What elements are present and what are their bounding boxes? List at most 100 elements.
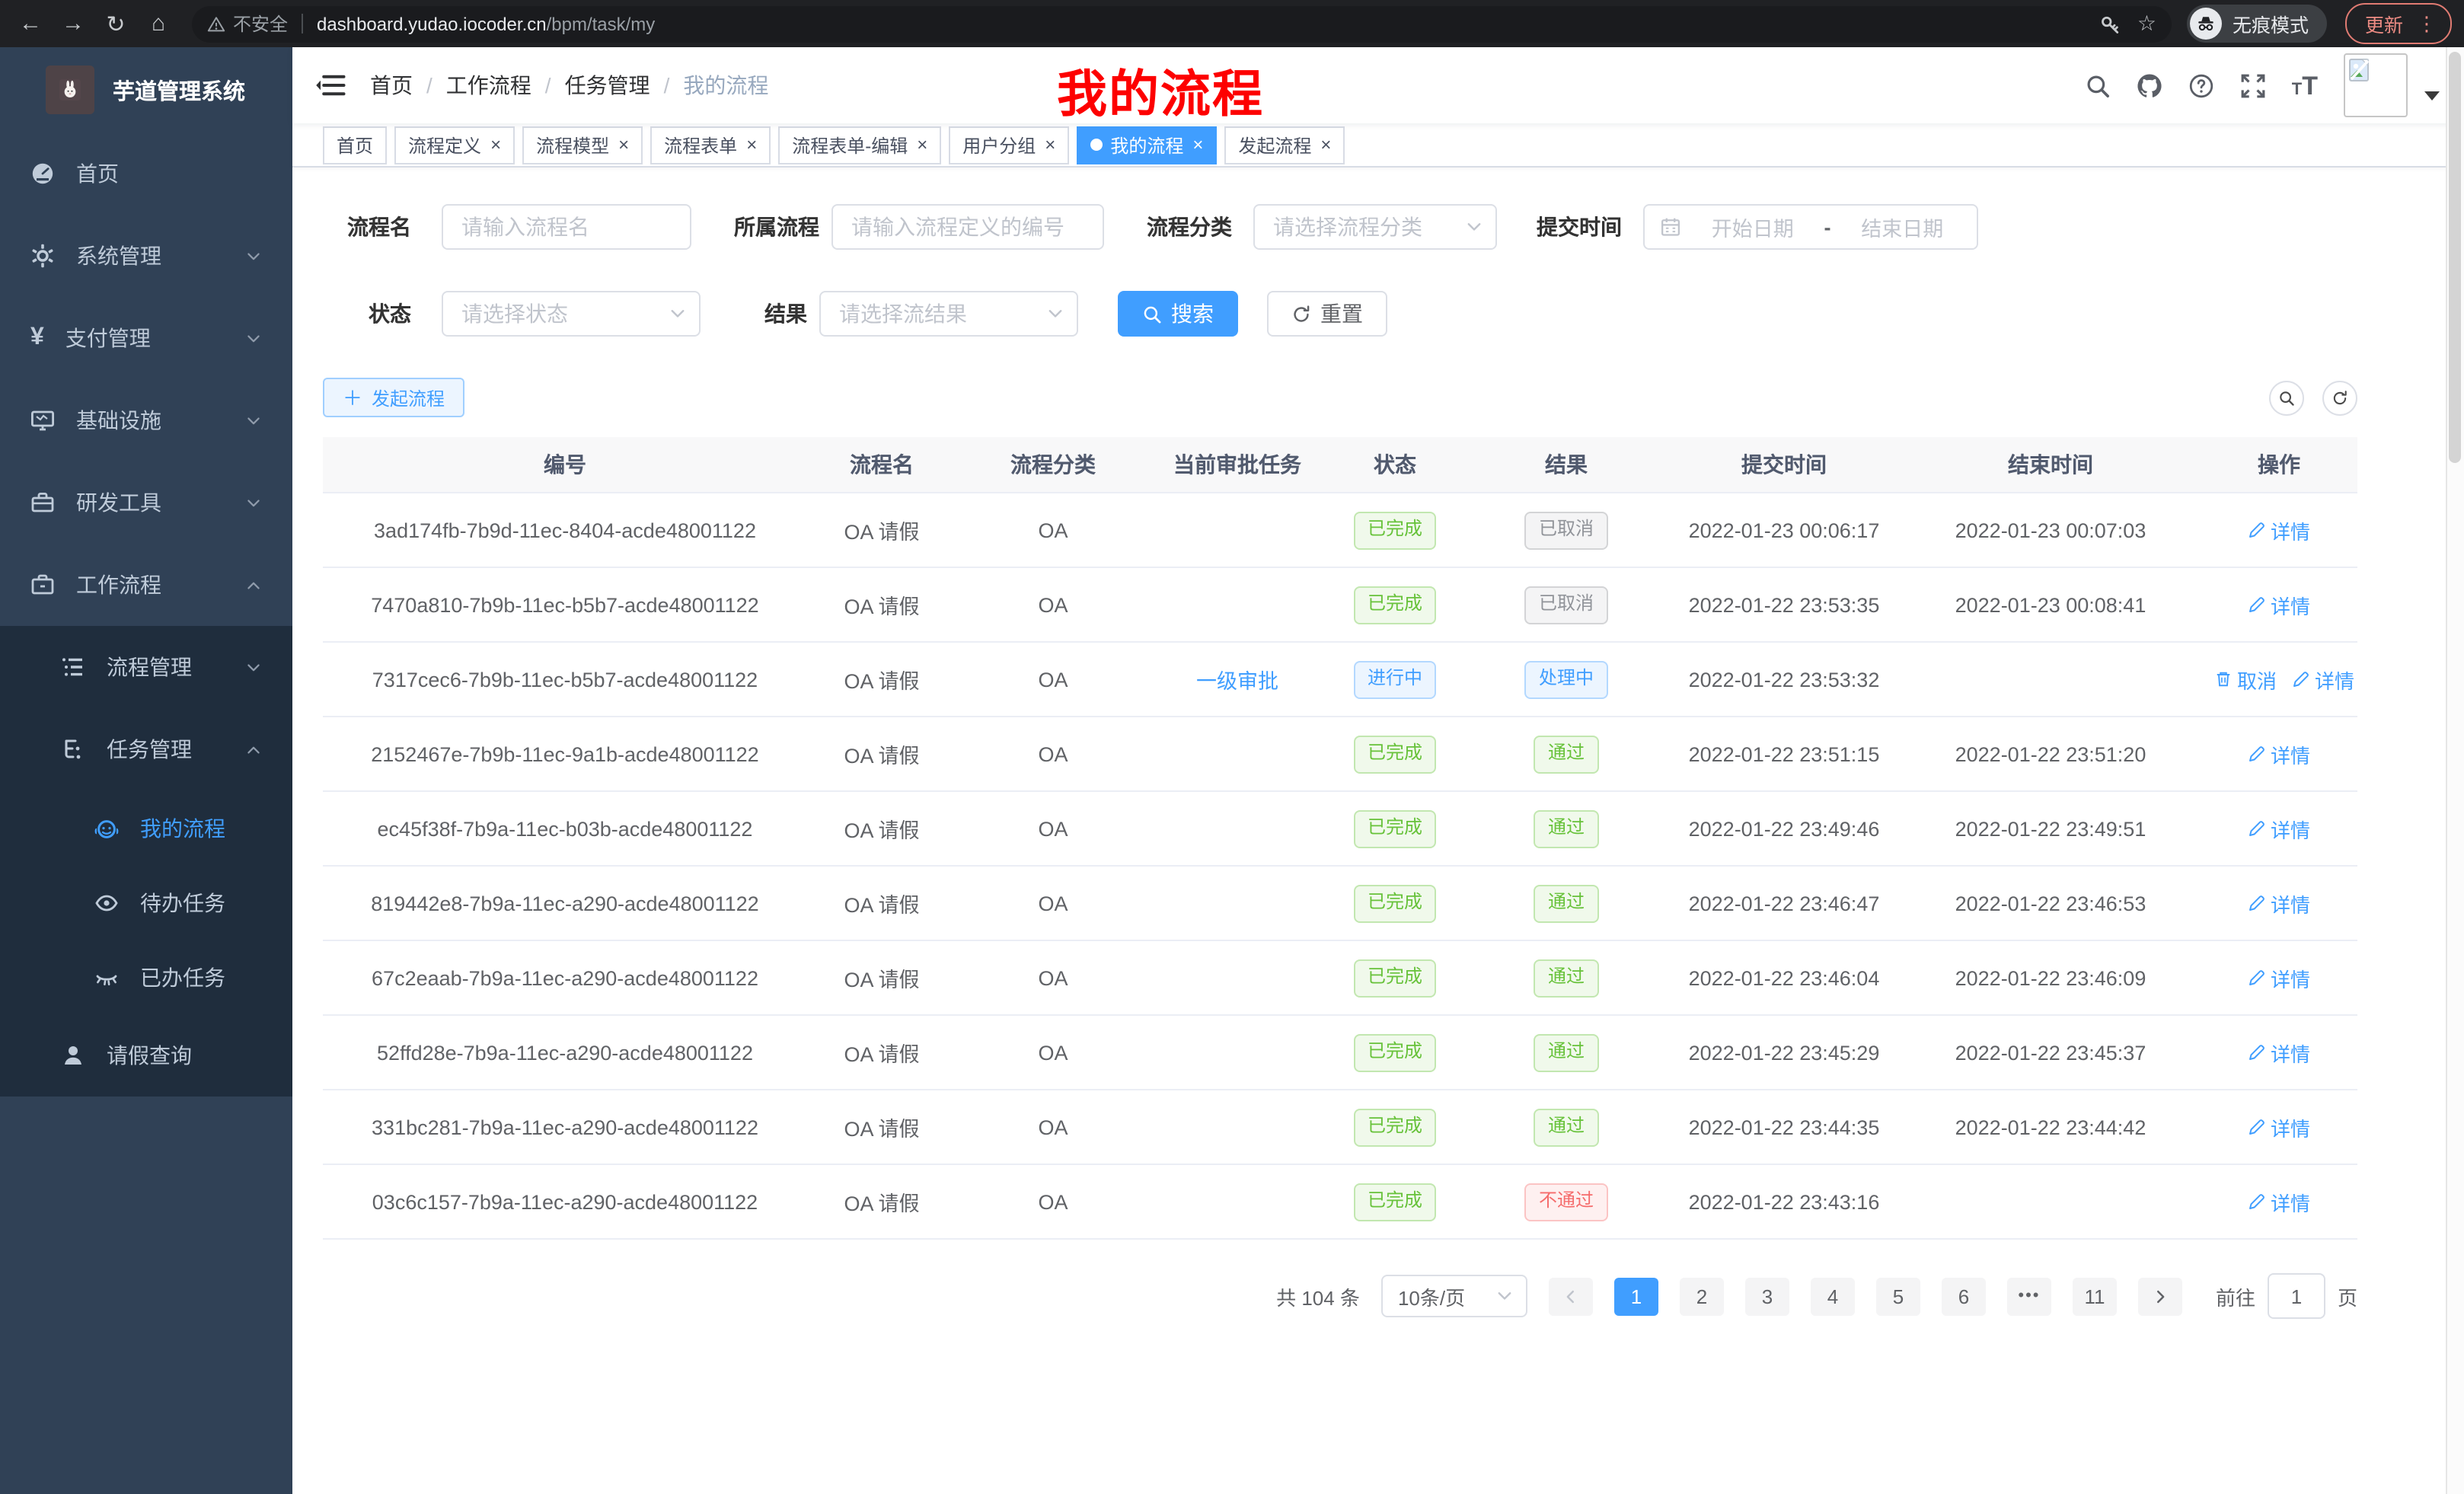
browser-back-icon[interactable]: ←: [12, 5, 49, 42]
browser-menu-icon[interactable]: ⋮: [2417, 11, 2437, 36]
detail-link[interactable]: 详情: [2248, 1113, 2310, 1141]
cell-end-time: 2022-01-23 00:07:03: [1901, 493, 2201, 567]
cell-process-name: OA 请假: [807, 940, 956, 1015]
detail-link[interactable]: 详情: [2248, 1038, 2310, 1067]
tab-close-icon[interactable]: ×: [1320, 136, 1331, 154]
page-size-select[interactable]: 10条/页: [1381, 1275, 1527, 1317]
sidebar-item-process-mgmt[interactable]: 流程管理: [0, 626, 292, 708]
process-name-input[interactable]: [442, 204, 691, 250]
reset-button[interactable]: 重置: [1267, 291, 1387, 337]
sidebar-item-todo-task[interactable]: 待办任务: [0, 865, 292, 940]
scrollbar-thumb[interactable]: [2449, 52, 2461, 463]
font-size-icon[interactable]: TT: [2292, 72, 2318, 98]
page-button-6[interactable]: 6: [1942, 1277, 1986, 1315]
tab-start-process[interactable]: 发起流程×: [1224, 126, 1345, 164]
detail-link[interactable]: 详情: [2248, 739, 2310, 768]
security-chip[interactable]: 不安全: [207, 11, 288, 37]
detail-link[interactable]: 详情: [2248, 814, 2310, 843]
submit-time-range-picker[interactable]: 开始日期 - 结束日期: [1643, 204, 1978, 250]
goto-page-input[interactable]: [2268, 1273, 2325, 1319]
start-process-button[interactable]: ＋ 发起流程: [323, 378, 464, 417]
sidebar-item-my-process[interactable]: 我的流程: [0, 790, 292, 865]
browser-update-button[interactable]: 更新 ⋮: [2345, 3, 2452, 44]
page-button-11[interactable]: 11: [2073, 1277, 2117, 1315]
status-select[interactable]: 请选择状态: [442, 291, 701, 337]
submit-time-label: 提交时间: [1534, 212, 1622, 242]
cell-current-task: [1150, 866, 1325, 940]
sidebar-item-workflow[interactable]: 工作流程: [0, 544, 292, 626]
page-button-5[interactable]: 5: [1876, 1277, 1920, 1315]
tab-close-icon[interactable]: ×: [1045, 136, 1055, 154]
more-pages-button[interactable]: •••: [2007, 1277, 2051, 1315]
tab-process-model[interactable]: 流程模型×: [522, 126, 643, 164]
help-question-icon[interactable]: [2188, 72, 2214, 98]
filter-row-1: 流程名 所属流程 流程分类 请选择流程分类 提交时间 开始日期 - 结束日期: [323, 204, 2357, 250]
sidebar-logo-row[interactable]: 芋道管理系统: [0, 47, 292, 132]
tab-process-definition[interactable]: 流程定义×: [394, 126, 515, 164]
sidebar-item-task-mgmt[interactable]: 任务管理: [0, 708, 292, 790]
tab-close-icon[interactable]: ×: [1192, 136, 1203, 154]
page-button-1[interactable]: 1: [1614, 1277, 1658, 1315]
tab-process-form-edit[interactable]: 流程表单-编辑×: [778, 126, 941, 164]
sidebar-item-infra[interactable]: 基础设施: [0, 379, 292, 461]
browser-reload-icon[interactable]: ↻: [97, 5, 134, 42]
cancel-link[interactable]: 取消: [2214, 665, 2277, 694]
avatar[interactable]: [2344, 53, 2408, 117]
breadcrumb-item[interactable]: 任务管理: [565, 70, 650, 101]
edit-pen-icon: [2248, 1118, 2266, 1136]
tab-user-group[interactable]: 用户分组×: [949, 126, 1069, 164]
tab-process-form[interactable]: 流程表单×: [650, 126, 771, 164]
sidebar-item-home[interactable]: 首页: [0, 132, 292, 215]
tab-close-icon[interactable]: ×: [618, 136, 629, 154]
edit-pen-icon: [2292, 670, 2310, 688]
sidebar-item-leave-query[interactable]: 请假查询: [0, 1014, 292, 1097]
tab-my-process[interactable]: 我的流程×: [1077, 126, 1217, 164]
prev-page-button[interactable]: [1549, 1277, 1593, 1315]
tab-close-icon[interactable]: ×: [917, 136, 927, 154]
fullscreen-icon[interactable]: [2240, 72, 2266, 98]
search-icon[interactable]: [2085, 72, 2111, 98]
detail-link[interactable]: 详情: [2248, 590, 2310, 619]
tab-close-icon[interactable]: ×: [746, 136, 757, 154]
breadcrumb-item[interactable]: 首页: [370, 70, 413, 101]
detail-link[interactable]: 详情: [2248, 1187, 2310, 1216]
process-definition-input[interactable]: [831, 204, 1104, 250]
detail-link[interactable]: 详情: [2248, 963, 2310, 992]
toggle-search-icon[interactable]: [2269, 380, 2304, 415]
page-button-4[interactable]: 4: [1811, 1277, 1855, 1315]
search-button[interactable]: 搜索: [1118, 291, 1238, 337]
process-category-select[interactable]: 请选择流程分类: [1253, 204, 1497, 250]
sidebar-item-payment[interactable]: ¥支付管理: [0, 297, 292, 379]
current-task-link[interactable]: 一级审批: [1196, 670, 1278, 693]
tab-close-icon[interactable]: ×: [490, 136, 501, 154]
cell-current-task: [1150, 791, 1325, 866]
page-button-2[interactable]: 2: [1680, 1277, 1724, 1315]
browser-home-icon[interactable]: ⌂: [140, 5, 177, 42]
next-page-button[interactable]: [2138, 1277, 2182, 1315]
detail-link[interactable]: 详情: [2248, 516, 2310, 544]
page-button-3[interactable]: 3: [1745, 1277, 1789, 1315]
cell-process-name: OA 请假: [807, 1015, 956, 1090]
result-badge: 已取消: [1525, 586, 1607, 624]
sidebar-item-devtools[interactable]: 研发工具: [0, 461, 292, 544]
refresh-icon: [1291, 304, 1311, 324]
incognito-icon: [2190, 8, 2222, 40]
bookmark-star-icon[interactable]: ☆: [2137, 11, 2156, 37]
url-bar[interactable]: 不安全 dashboard.yudao.iocoder.cn/bpm/task/…: [192, 5, 2172, 42]
breadcrumb-item[interactable]: 工作流程: [446, 70, 531, 101]
detail-link[interactable]: 详情: [2248, 889, 2310, 918]
page-scrollbar[interactable]: [2446, 47, 2464, 1494]
password-key-icon[interactable]: [2101, 13, 2122, 34]
sidebar-item-system[interactable]: 系统管理: [0, 215, 292, 297]
sidebar-collapse-icon[interactable]: [315, 70, 346, 101]
browser-forward-icon[interactable]: →: [55, 5, 91, 42]
github-icon[interactable]: [2137, 72, 2162, 98]
refresh-table-icon[interactable]: [2322, 380, 2357, 415]
robot-icon: [94, 816, 119, 840]
page-content: 流程名 所属流程 流程分类 请选择流程分类 提交时间 开始日期 - 结束日期: [292, 168, 2464, 1494]
sidebar-item-label: 流程管理: [107, 652, 245, 682]
tab-home[interactable]: 首页: [323, 126, 387, 164]
result-select[interactable]: 请选择流结果: [819, 291, 1078, 337]
detail-link[interactable]: 详情: [2292, 665, 2354, 694]
sidebar-item-done-task[interactable]: 已办任务: [0, 940, 292, 1014]
